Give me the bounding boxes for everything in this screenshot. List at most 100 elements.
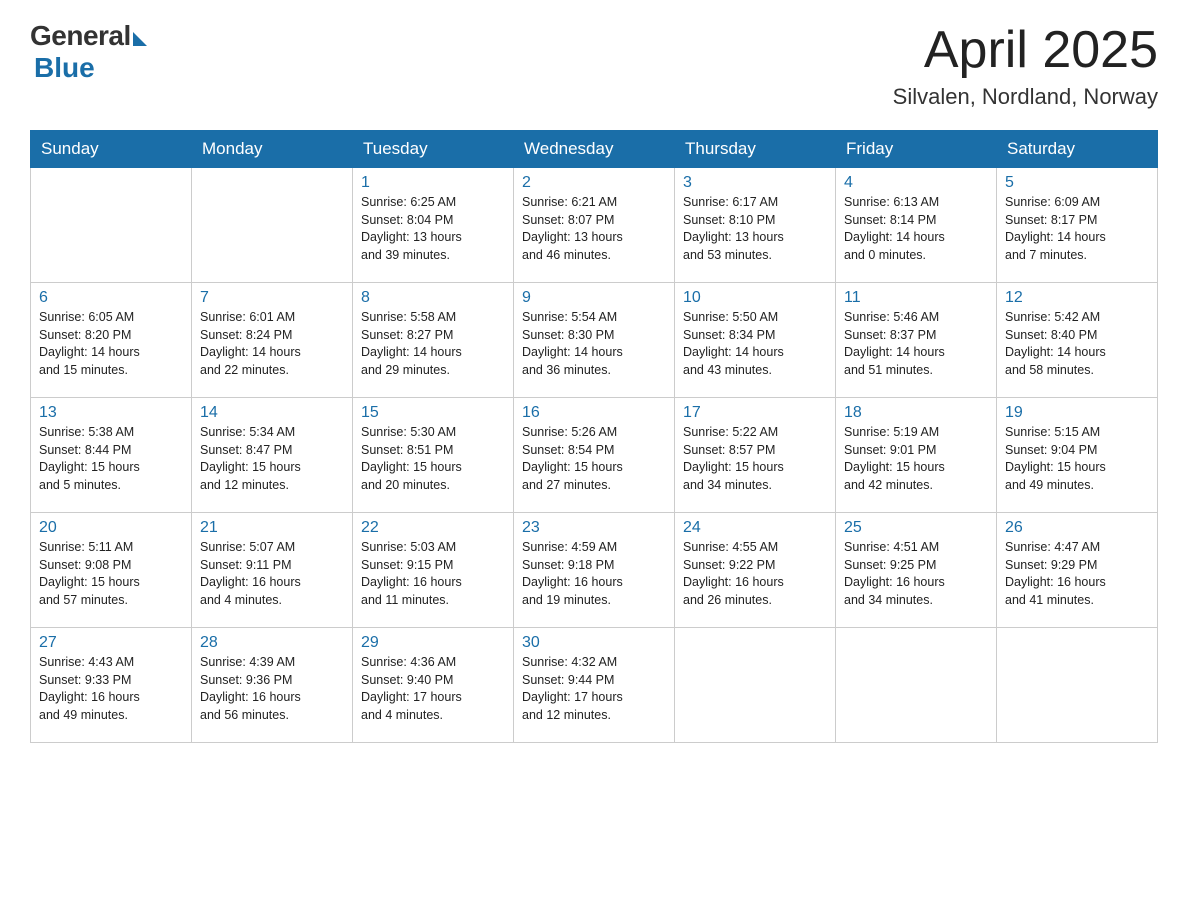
cell-info: Sunrise: 5:26 AMSunset: 8:54 PMDaylight:… (522, 424, 666, 494)
cell-day-number: 5 (1005, 174, 1149, 192)
calendar-cell: 20 Sunrise: 5:11 AMSunset: 9:08 PMDayligh… (31, 513, 192, 628)
cell-day-number: 19 (1005, 404, 1149, 422)
cell-info: Sunrise: 5:46 AMSunset: 8:37 PMDaylight:… (844, 309, 988, 379)
calendar-cell: 13Sunrise: 5:38 AMSunset: 8:44 PMDayligh… (31, 398, 192, 513)
logo-blue-text: Blue (34, 52, 95, 84)
calendar-cell: 2 Sunrise: 6:21 AMSunset: 8:07 PMDaylight… (514, 168, 675, 283)
cell-info: Sunrise: 4:36 AMSunset: 9:40 PMDaylight:… (361, 654, 505, 724)
calendar-cell (192, 168, 353, 283)
cell-info: Sunrise: 6:05 AMSunset: 8:20 PMDaylight:… (39, 309, 183, 379)
cell-day-number: 11 (844, 289, 988, 307)
calendar-cell: 9Sunrise: 5:54 AMSunset: 8:30 PMDaylight… (514, 283, 675, 398)
day-header-saturday: Saturday (997, 131, 1158, 168)
day-header-sunday: Sunday (31, 131, 192, 168)
cell-info: Sunrise: 5:19 AMSunset: 9:01 PMDaylight:… (844, 424, 988, 494)
day-header-friday: Friday (836, 131, 997, 168)
cell-day-number: 22 (361, 519, 505, 537)
calendar-cell: 28 Sunrise: 4:39 AMSunset: 9:36 PMDayligh… (192, 628, 353, 743)
cell-day-number: 6 (39, 289, 183, 307)
cell-info: Sunrise: 4:39 AMSunset: 9:36 PMDaylight:… (200, 654, 344, 724)
title-area: April 2025 Silvalen, Nordland, Norway (893, 20, 1158, 110)
calendar-cell: 22Sunrise: 5:03 AMSunset: 9:15 PMDayligh… (353, 513, 514, 628)
cell-info: Sunrise: 5:50 AMSunset: 8:34 PMDaylight:… (683, 309, 827, 379)
location-title: Silvalen, Nordland, Norway (893, 84, 1158, 110)
cell-day-number: 12 (1005, 289, 1149, 307)
calendar-table: SundayMondayTuesdayWednesdayThursdayFrid… (30, 130, 1158, 743)
calendar-cell: 5 Sunrise: 6:09 AMSunset: 8:17 PMDaylight… (997, 168, 1158, 283)
cell-day-number: 29 (361, 634, 505, 652)
logo-general-text: General (30, 20, 131, 52)
cell-info: Sunrise: 5:30 AMSunset: 8:51 PMDaylight:… (361, 424, 505, 494)
calendar-cell: 30 Sunrise: 4:32 AMSunset: 9:44 PMDayligh… (514, 628, 675, 743)
cell-day-number: 10 (683, 289, 827, 307)
week-row-5: 27 Sunrise: 4:43 AMSunset: 9:33 PMDayligh… (31, 628, 1158, 743)
calendar-cell: 10 Sunrise: 5:50 AMSunset: 8:34 PMDayligh… (675, 283, 836, 398)
week-row-3: 13Sunrise: 5:38 AMSunset: 8:44 PMDayligh… (31, 398, 1158, 513)
calendar-cell: 15 Sunrise: 5:30 AMSunset: 8:51 PMDayligh… (353, 398, 514, 513)
cell-day-number: 18 (844, 404, 988, 422)
calendar-cell: 6 Sunrise: 6:05 AMSunset: 8:20 PMDaylight… (31, 283, 192, 398)
cell-day-number: 26 (1005, 519, 1149, 537)
cell-day-number: 8 (361, 289, 505, 307)
calendar-cell (675, 628, 836, 743)
cell-info: Sunrise: 6:21 AMSunset: 8:07 PMDaylight:… (522, 194, 666, 264)
cell-info: Sunrise: 4:51 AMSunset: 9:25 PMDaylight:… (844, 539, 988, 609)
cell-info: Sunrise: 5:22 AMSunset: 8:57 PMDaylight:… (683, 424, 827, 494)
cell-info: Sunrise: 5:54 AMSunset: 8:30 PMDaylight:… (522, 309, 666, 379)
cell-day-number: 3 (683, 174, 827, 192)
calendar-cell: 11 Sunrise: 5:46 AMSunset: 8:37 PMDayligh… (836, 283, 997, 398)
cell-info: Sunrise: 5:07 AMSunset: 9:11 PMDaylight:… (200, 539, 344, 609)
cell-info: Sunrise: 6:01 AMSunset: 8:24 PMDaylight:… (200, 309, 344, 379)
cell-info: Sunrise: 4:59 AMSunset: 9:18 PMDaylight:… (522, 539, 666, 609)
cell-info: Sunrise: 4:43 AMSunset: 9:33 PMDaylight:… (39, 654, 183, 724)
cell-day-number: 25 (844, 519, 988, 537)
day-header-wednesday: Wednesday (514, 131, 675, 168)
cell-info: Sunrise: 5:11 AMSunset: 9:08 PMDaylight:… (39, 539, 183, 609)
calendar-cell: 12 Sunrise: 5:42 AMSunset: 8:40 PMDayligh… (997, 283, 1158, 398)
cell-day-number: 20 (39, 519, 183, 537)
logo-arrow-icon (133, 32, 147, 46)
cell-info: Sunrise: 5:42 AMSunset: 8:40 PMDaylight:… (1005, 309, 1149, 379)
day-header-thursday: Thursday (675, 131, 836, 168)
day-header-tuesday: Tuesday (353, 131, 514, 168)
calendar-cell (997, 628, 1158, 743)
cell-day-number: 27 (39, 634, 183, 652)
cell-info: Sunrise: 4:47 AMSunset: 9:29 PMDaylight:… (1005, 539, 1149, 609)
cell-info: Sunrise: 6:13 AMSunset: 8:14 PMDaylight:… (844, 194, 988, 264)
calendar-cell (836, 628, 997, 743)
week-row-4: 20 Sunrise: 5:11 AMSunset: 9:08 PMDayligh… (31, 513, 1158, 628)
calendar-cell: 16Sunrise: 5:26 AMSunset: 8:54 PMDayligh… (514, 398, 675, 513)
calendar-cell: 7 Sunrise: 6:01 AMSunset: 8:24 PMDaylight… (192, 283, 353, 398)
cell-info: Sunrise: 5:34 AMSunset: 8:47 PMDaylight:… (200, 424, 344, 494)
calendar-header-row: SundayMondayTuesdayWednesdayThursdayFrid… (31, 131, 1158, 168)
cell-info: Sunrise: 5:38 AMSunset: 8:44 PMDaylight:… (39, 424, 183, 494)
week-row-1: 1 Sunrise: 6:25 AMSunset: 8:04 PMDaylight… (31, 168, 1158, 283)
cell-day-number: 30 (522, 634, 666, 652)
page-header: General Blue April 2025 Silvalen, Nordla… (30, 20, 1158, 110)
calendar-cell: 25 Sunrise: 4:51 AMSunset: 9:25 PMDayligh… (836, 513, 997, 628)
cell-day-number: 4 (844, 174, 988, 192)
cell-day-number: 28 (200, 634, 344, 652)
cell-info: Sunrise: 4:32 AMSunset: 9:44 PMDaylight:… (522, 654, 666, 724)
cell-info: Sunrise: 6:25 AMSunset: 8:04 PMDaylight:… (361, 194, 505, 264)
month-title: April 2025 (893, 20, 1158, 80)
calendar-cell: 17 Sunrise: 5:22 AMSunset: 8:57 PMDayligh… (675, 398, 836, 513)
cell-day-number: 17 (683, 404, 827, 422)
cell-day-number: 1 (361, 174, 505, 192)
calendar-cell: 19Sunrise: 5:15 AMSunset: 9:04 PMDayligh… (997, 398, 1158, 513)
cell-info: Sunrise: 6:09 AMSunset: 8:17 PMDaylight:… (1005, 194, 1149, 264)
calendar-cell: 29 Sunrise: 4:36 AMSunset: 9:40 PMDayligh… (353, 628, 514, 743)
cell-day-number: 15 (361, 404, 505, 422)
cell-day-number: 21 (200, 519, 344, 537)
calendar-cell: 8Sunrise: 5:58 AMSunset: 8:27 PMDaylight… (353, 283, 514, 398)
cell-day-number: 24 (683, 519, 827, 537)
calendar-cell: 14 Sunrise: 5:34 AMSunset: 8:47 PMDayligh… (192, 398, 353, 513)
cell-day-number: 7 (200, 289, 344, 307)
calendar-cell: 24Sunrise: 4:55 AMSunset: 9:22 PMDayligh… (675, 513, 836, 628)
logo: General Blue (30, 20, 147, 84)
calendar-cell: 18 Sunrise: 5:19 AMSunset: 9:01 PMDayligh… (836, 398, 997, 513)
day-header-monday: Monday (192, 131, 353, 168)
cell-day-number: 23 (522, 519, 666, 537)
cell-day-number: 14 (200, 404, 344, 422)
cell-day-number: 2 (522, 174, 666, 192)
